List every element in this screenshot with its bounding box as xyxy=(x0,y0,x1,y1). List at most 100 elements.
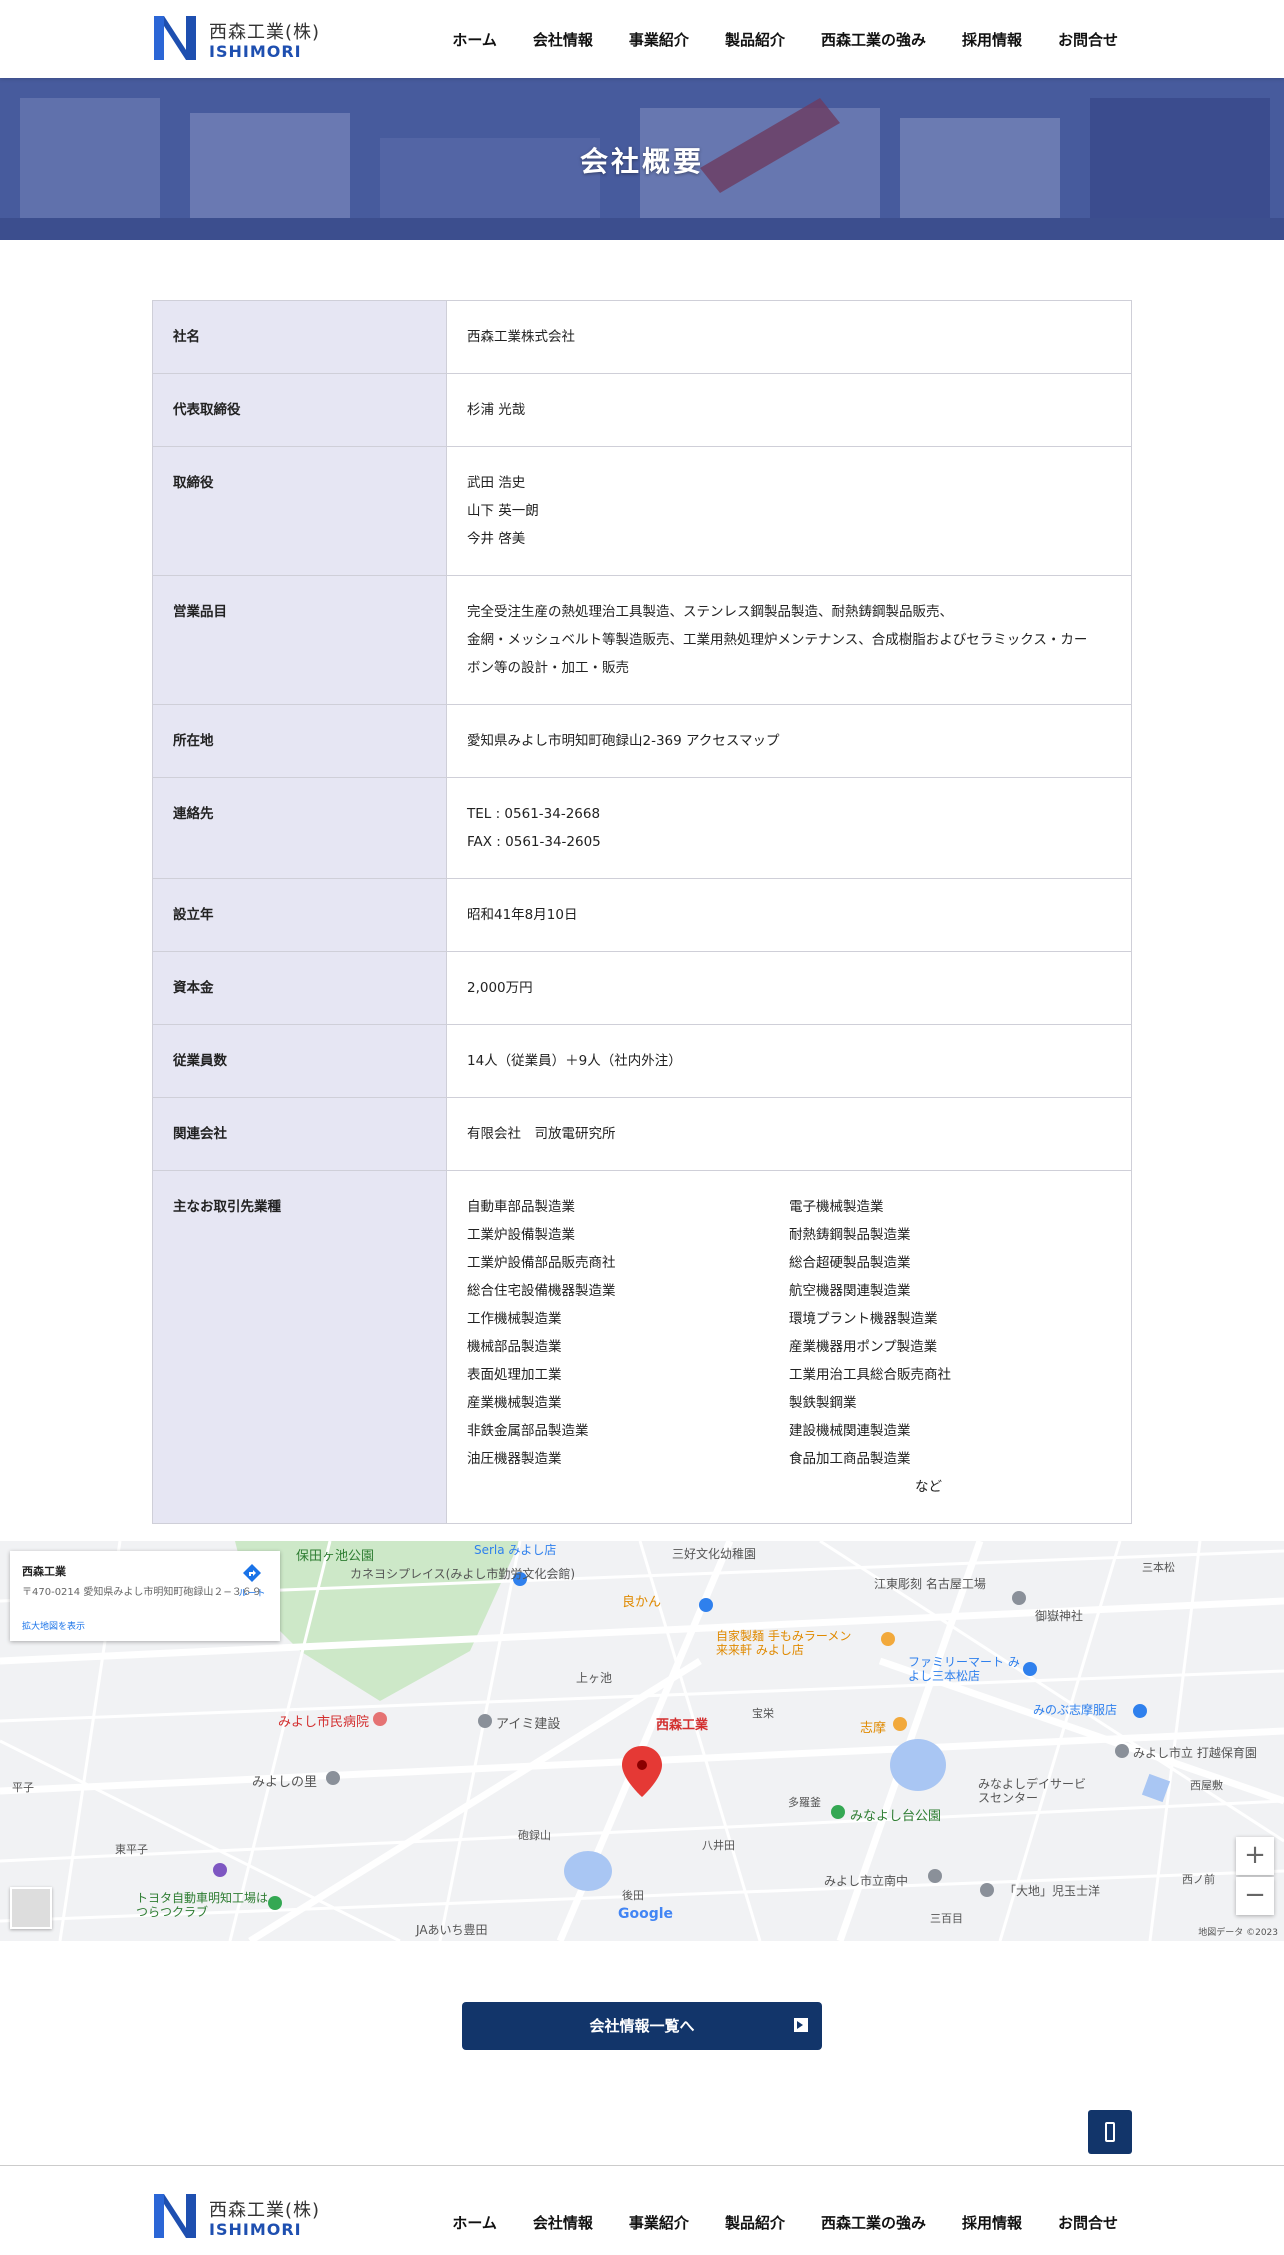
footer-nav: ホーム 会社情報 事業紹介 製品紹介 西森工業の強み 採用情報 お問合せ xyxy=(452,2212,1118,2233)
map-place-label: みよし市立南中 xyxy=(824,1874,909,1888)
client-industry: 工業炉設備部品販売商社 xyxy=(467,1255,616,1271)
nav-home[interactable]: ホーム xyxy=(452,29,497,50)
business-line-3: ボン等の設計・加工・販売 xyxy=(467,660,629,676)
map-zoom-in-button[interactable]: + xyxy=(1236,1837,1274,1875)
map-place-label: みよし市民病院 xyxy=(278,1715,370,1730)
footer-nav-strengths[interactable]: 西森工業の強み xyxy=(821,2212,926,2233)
map-place-label: 後田 xyxy=(622,1889,644,1902)
business-line-1: 完全受注生産の熱処理治工具製造、ステンレス鋼製品製造、耐熱鋳鋼製品販売、 xyxy=(467,604,953,620)
nav-products[interactable]: 製品紹介 xyxy=(725,29,785,50)
logo-n-icon xyxy=(154,2194,196,2238)
label-directors: 取締役 xyxy=(152,446,447,576)
company-info-list-button[interactable]: 会社情報一覧へ xyxy=(462,2002,822,2050)
view-larger-map-link[interactable]: 拡大地図を表示 xyxy=(22,1619,85,1632)
director-3: 今井 啓美 xyxy=(467,531,526,547)
map-place-label: トヨタ自動車明知工場はつらつクラブ xyxy=(136,1891,269,1919)
logo-n-icon xyxy=(154,16,196,60)
nav-business[interactable]: 事業紹介 xyxy=(629,29,689,50)
map-place-label: みよし市立 打越保育園 xyxy=(1133,1746,1257,1760)
label-contact: 連絡先 xyxy=(152,777,447,879)
client-industry: 耐熱鋳鋼製品製造業 xyxy=(789,1227,911,1243)
row-representative: 代表取締役 杉浦 光哉 xyxy=(152,373,1132,447)
map-place-label: 三本松 xyxy=(1142,1561,1175,1574)
map-place-label: 志摩 xyxy=(860,1721,887,1736)
value-affiliate: 有限会社 司放電研究所 xyxy=(446,1097,1132,1171)
map-zoom-out-button[interactable]: − xyxy=(1236,1877,1274,1915)
row-clients: 主なお取引先業種 自動車部品製造業 工業炉設備製造業 工業炉設備部品販売商社 総… xyxy=(152,1170,1132,1524)
client-industry: 食品加工商品製造業 xyxy=(789,1451,911,1467)
value-contact: TEL : 0561-34-2668 FAX : 0561-34-2605 xyxy=(446,777,1132,879)
value-employees: 14人（従業員）＋9人（社内外注） xyxy=(446,1024,1132,1098)
row-employees: 従業員数 14人（従業員）＋9人（社内外注） xyxy=(152,1024,1132,1098)
map-layer-toggle[interactable] xyxy=(10,1887,52,1929)
row-directors: 取締役 武田 浩史 山下 英一朗 今井 啓美 xyxy=(152,446,1132,576)
row-affiliate: 関連会社 有限会社 司放電研究所 xyxy=(152,1097,1132,1171)
map-place-label: 「大地」児玉士洋 xyxy=(1004,1884,1101,1898)
map-place-label: 御嶽神社 xyxy=(1035,1609,1084,1623)
label-capital: 資本金 xyxy=(152,951,447,1025)
footer-nav-business[interactable]: 事業紹介 xyxy=(629,2212,689,2233)
directions-label: ルート xyxy=(238,1589,266,1599)
label-representative: 代表取締役 xyxy=(152,373,447,447)
map-place-label: 三好文化幼稚園 xyxy=(672,1547,757,1561)
footer-nav-home[interactable]: ホーム xyxy=(452,2212,497,2233)
page-title: 会社概要 xyxy=(579,145,704,178)
client-industry: 総合超硬製品製造業 xyxy=(789,1255,911,1271)
access-map[interactable]: 保田ヶ池公園 カネヨシプレイス(みよし市勤労文化会館) 三好文化幼稚園 江東彫刻… xyxy=(0,1541,1284,1941)
nav-company[interactable]: 会社情報 xyxy=(533,29,593,50)
map-place-label: アイミ建設 xyxy=(496,1717,561,1732)
clients-etc: など xyxy=(915,1479,942,1495)
map-place-label: 良かん xyxy=(622,1595,662,1610)
row-address: 所在地 愛知県みよし市明知町砲録山2-369 アクセスマップ xyxy=(152,704,1132,778)
row-founded: 設立年 昭和41年8月10日 xyxy=(152,878,1132,952)
map-place-label: みのぶ志摩服店 xyxy=(1033,1703,1118,1717)
page-hero: 会社概要 xyxy=(0,78,1284,240)
value-address: 愛知県みよし市明知町砲録山2-369 アクセスマップ xyxy=(446,704,1132,778)
nav-contact[interactable]: お問合せ xyxy=(1058,29,1118,50)
contact-tel: TEL : 0561-34-2668 xyxy=(467,806,601,822)
arrow-right-icon xyxy=(794,2018,808,2032)
map-place-label: 宝栄 xyxy=(752,1707,774,1720)
map-place-label: 江東彫刻 名古屋工場 xyxy=(874,1577,986,1591)
map-place-label: みなよし台公園 xyxy=(850,1809,942,1824)
client-industry: 産業機械製造業 xyxy=(467,1395,562,1411)
client-industry: 総合住宅設備機器製造業 xyxy=(467,1283,616,1299)
google-logo-text: Google xyxy=(618,1906,674,1922)
logo-text-en: ISHIMORI xyxy=(209,2220,302,2239)
client-industry: 電子機械製造業 xyxy=(789,1199,884,1215)
map-card-title: 西森工業 xyxy=(22,1565,66,1578)
value-founded: 昭和41年8月10日 xyxy=(446,878,1132,952)
main-nav: ホーム 会社情報 事業紹介 製品紹介 西森工業の強み 採用情報 お問合せ xyxy=(452,29,1118,50)
page-top-button[interactable] xyxy=(1088,2110,1132,2154)
label-business: 営業品目 xyxy=(152,575,447,705)
logo-text-en: ISHIMORI xyxy=(209,42,302,61)
client-industry: 製鉄製鋼業 xyxy=(789,1395,857,1411)
footer-nav-recruit[interactable]: 採用情報 xyxy=(962,2212,1022,2233)
client-industry: 航空機器関連製造業 xyxy=(789,1283,911,1299)
directions-button[interactable]: ルート xyxy=(238,1563,266,1599)
map-attribution: 地図データ ©2023 xyxy=(1198,1928,1278,1938)
map-place-label: 多羅釜 xyxy=(788,1796,821,1809)
map-place-label: 平子 xyxy=(12,1781,34,1794)
director-1: 武田 浩史 xyxy=(467,475,526,491)
business-line-2: 金網・メッシュベルト等製造販売、工業用熱処理炉メンテナンス、合成樹脂およびセラミ… xyxy=(467,632,1088,648)
site-header: 西森工業(株) ISHIMORI ホーム 会社情報 事業紹介 製品紹介 西森工業… xyxy=(0,0,1284,78)
footer-nav-company[interactable]: 会社情報 xyxy=(533,2212,593,2233)
site-logo[interactable]: 西森工業(株) ISHIMORI xyxy=(152,14,322,64)
map-place-label: みなよしデイサービスセンター xyxy=(978,1777,1087,1805)
nav-strengths[interactable]: 西森工業の強み xyxy=(821,29,926,50)
row-capital: 資本金 2,000万円 xyxy=(152,951,1132,1025)
client-industry: 環境プラント機器製造業 xyxy=(789,1311,938,1327)
map-place-label: 保田ヶ池公園 xyxy=(296,1549,375,1564)
nav-recruit[interactable]: 採用情報 xyxy=(962,29,1022,50)
label-founded: 設立年 xyxy=(152,878,447,952)
company-profile-table: 社名 西森工業株式会社 代表取締役 杉浦 光哉 取締役 武田 浩史 山下 英一朗… xyxy=(152,300,1132,1524)
client-industry: 工業炉設備製造業 xyxy=(467,1227,575,1243)
map-place-label: 上ヶ池 xyxy=(576,1671,613,1685)
map-marker-label[interactable]: 西森工業 xyxy=(656,1714,708,1733)
footer-logo[interactable]: 西森工業(株) ISHIMORI xyxy=(152,2192,322,2242)
footer-nav-products[interactable]: 製品紹介 xyxy=(725,2212,785,2233)
map-place-label: 東平子 xyxy=(115,1843,148,1856)
footer-nav-contact[interactable]: お問合せ xyxy=(1058,2212,1118,2233)
client-industry: 表面処理加工業 xyxy=(467,1367,562,1383)
